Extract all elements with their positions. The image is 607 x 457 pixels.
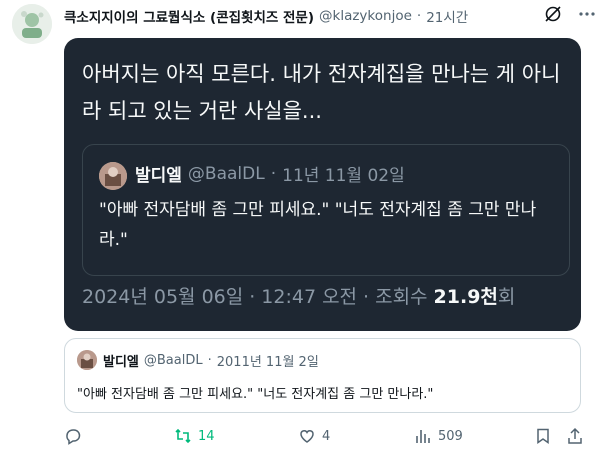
quote-header: 발디엘 @BaalDL · 11년 11월 02일 — [135, 161, 405, 187]
views-button[interactable]: 509 — [414, 427, 534, 445]
separator: · — [270, 163, 277, 184]
quoted-text: "아빠 전자담배 좀 그만 피세요." "너도 전자계집 좀 그만 만나라." — [77, 387, 434, 402]
meta-views-value: 21.9천 — [433, 286, 498, 308]
bookmark-icon — [534, 427, 552, 445]
more-icon[interactable] — [577, 4, 597, 24]
like-button[interactable]: 4 — [298, 427, 414, 445]
like-count: 4 — [322, 428, 331, 444]
quote-text: "아빠 전자담배 좀 그만 피세요." "너도 전자계집 좀 그만 만나라." — [99, 200, 537, 250]
quoted-date: 2011년 11월 2일 — [216, 355, 319, 370]
meta-time: 12:47 오전 — [261, 286, 358, 308]
screenshot-meta: 2024년 05월 06일 · 12:47 오전 · 조회수 21.9천회 — [82, 282, 515, 309]
reply-icon — [64, 427, 82, 445]
screenshot-quote-card: 발디엘 @BaalDL · 11년 11월 02일 "아빠 전자담배 좀 그만 … — [82, 144, 570, 276]
quote-author-name: 발디엘 — [135, 166, 182, 186]
separator: · — [416, 8, 422, 24]
like-icon — [298, 427, 316, 445]
author-handle[interactable]: @klazykonjoe — [319, 8, 412, 24]
action-bar: 14 4 509 — [64, 424, 594, 448]
meta-views-suffix: 회 — [497, 286, 516, 308]
quoted-author-handle: @BaalDL — [143, 353, 203, 368]
views-count: 509 — [438, 428, 463, 444]
share-button[interactable] — [566, 427, 590, 445]
retweet-icon — [174, 427, 192, 445]
quoted-header: 발디엘 @BaalDL · 2011년 11월 2일 — [103, 351, 319, 370]
grok-icon[interactable] — [543, 4, 563, 24]
reply-button[interactable] — [64, 427, 174, 445]
quoted-tweet-card[interactable]: 발디엘 @BaalDL · 2011년 11월 2일 "아빠 전자담배 좀 그만… — [64, 338, 581, 413]
views-icon — [414, 427, 432, 445]
share-icon — [566, 427, 584, 445]
retweet-count: 14 — [198, 428, 215, 444]
quoted-author-name: 발디엘 — [103, 355, 139, 370]
header-actions — [543, 4, 597, 24]
quote-author-handle: @BaalDL — [187, 163, 265, 184]
quote-avatar — [99, 162, 127, 190]
author-avatar[interactable] — [12, 4, 52, 44]
separator: · — [363, 286, 370, 308]
tweet-header: 큭소지지이의 그료뭡식소 (콘집횟치즈 전문) @klazykonjoe · 2… — [64, 6, 534, 26]
quoted-author-avatar — [77, 350, 97, 370]
screenshot-tweet-text: 아버지는 아직 모른다. 내가 전자계집을 만나는 게 아니라 되고 있는 거란… — [82, 62, 561, 123]
screenshot-image[interactable]: 아버지는 아직 모른다. 내가 전자계집을 만나는 게 아니라 되고 있는 거란… — [64, 38, 581, 331]
separator: · — [249, 286, 256, 308]
meta-date: 2024년 05월 06일 — [82, 286, 244, 308]
quote-date: 11년 11월 02일 — [282, 166, 405, 186]
meta-views-label: 조회수 — [375, 286, 428, 308]
bookmark-button[interactable] — [534, 427, 566, 445]
retweet-button[interactable]: 14 — [174, 427, 298, 445]
tweet-time[interactable]: 21시간 — [426, 6, 468, 26]
separator: · — [207, 353, 212, 368]
author-name[interactable]: 큭소지지이의 그료뭡식소 (콘집횟치즈 전문) — [64, 6, 314, 26]
